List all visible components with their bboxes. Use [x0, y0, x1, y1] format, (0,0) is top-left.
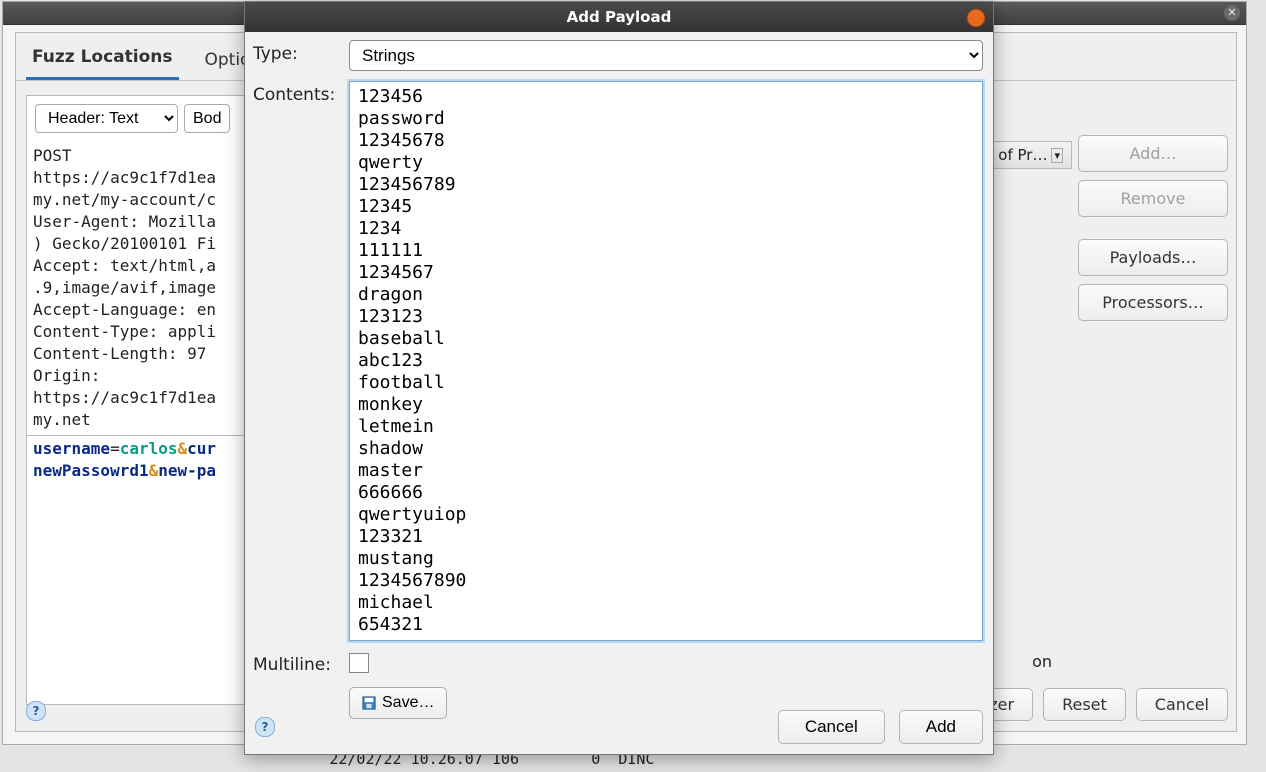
type-label: Type: [253, 40, 343, 64]
multiline-checkbox[interactable] [349, 653, 369, 673]
add-location-button[interactable]: Add… [1078, 135, 1228, 172]
payload-contents-textarea[interactable] [349, 81, 983, 641]
add-payload-dialog: Add Payload Type: Strings Contents: Mult… [244, 1, 994, 755]
request-viewer: Header: Text Bod POST https://ac9c1f7d1e… [26, 95, 253, 705]
column-picker-icon[interactable]: ▾ [1051, 148, 1063, 163]
close-icon[interactable] [967, 9, 985, 27]
payloads-button[interactable]: Payloads… [1078, 239, 1228, 276]
description-suffix-text: on [1032, 652, 1052, 671]
dialog-footer: ? Cancel Add [245, 702, 993, 754]
request-viewer-toolbar: Header: Text Bod [27, 96, 252, 141]
dialog-title: Add Payload [245, 2, 993, 32]
payload-actions: Add… Remove Payloads… Processors… [1078, 135, 1228, 321]
tab-fuzz-locations[interactable]: Fuzz Locations [26, 39, 179, 80]
body-view-button[interactable]: Bod [184, 104, 230, 133]
request-headers-text[interactable]: POST https://ac9c1f7d1ea my.net/my-accou… [27, 141, 252, 435]
multiline-label: Multiline: [253, 651, 343, 675]
close-icon[interactable]: ✕ [1224, 5, 1240, 21]
header-view-select[interactable]: Header: Text [35, 104, 178, 133]
cancel-button[interactable]: Cancel [778, 710, 885, 744]
payload-type-select[interactable]: Strings [349, 40, 983, 71]
contents-label: Contents: [253, 81, 343, 105]
remove-location-button[interactable]: Remove [1078, 180, 1228, 217]
processors-button[interactable]: Processors… [1078, 284, 1228, 321]
column-header-label: of Pr… [998, 146, 1047, 164]
add-button[interactable]: Add [899, 710, 983, 744]
payloads-table-header[interactable]: of Pr… ▾ [989, 141, 1072, 169]
cancel-button[interactable]: Cancel [1136, 688, 1228, 721]
help-icon[interactable]: ? [26, 701, 46, 721]
request-body-text[interactable]: username=carlos&cur newPassowrd1&new-pa [27, 435, 252, 484]
help-icon[interactable]: ? [255, 717, 275, 737]
reset-button[interactable]: Reset [1043, 688, 1126, 721]
